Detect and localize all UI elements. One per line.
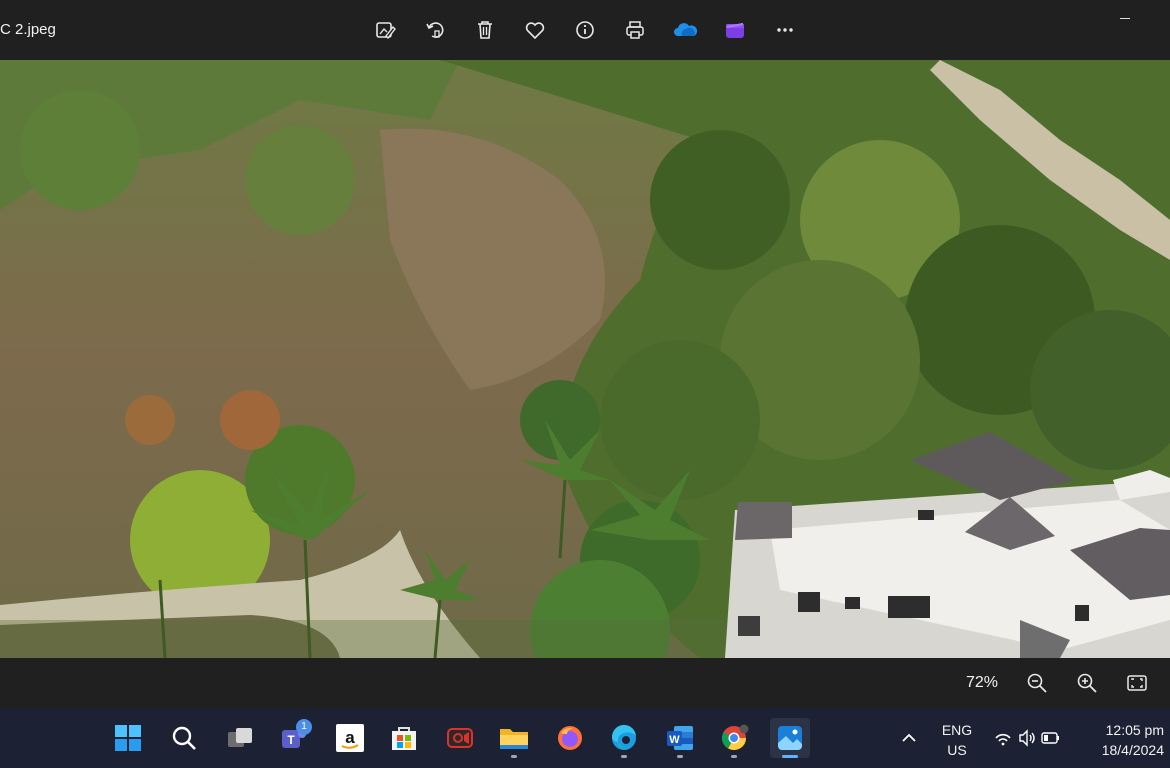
more-icon — [777, 28, 793, 32]
running-indicator — [782, 755, 798, 758]
start-button[interactable] — [108, 718, 148, 758]
svg-text:a: a — [345, 728, 355, 747]
edit-image-button[interactable] — [360, 10, 410, 50]
photos-app[interactable] — [770, 718, 810, 758]
minimize-button[interactable] — [1120, 18, 1130, 19]
running-indicator — [511, 755, 517, 758]
task-view-button[interactable] — [220, 718, 260, 758]
file-name-title: C 2.jpeg — [0, 21, 56, 38]
search-button[interactable] — [164, 718, 204, 758]
title-bar: C 2.jpeg — [0, 0, 1170, 60]
edit-image-icon — [376, 22, 396, 40]
screen-recorder-icon — [447, 728, 473, 748]
word-icon: W — [667, 726, 693, 750]
windows-taskbar: T 1 a W ENG US 12:05 pm 18/4/2024 — [0, 708, 1170, 768]
running-indicator — [621, 755, 627, 758]
info-icon — [576, 21, 594, 39]
word-app[interactable]: W — [660, 718, 700, 758]
rotate-button[interactable] — [410, 10, 460, 50]
teams-notification-badge: 1 — [296, 719, 312, 735]
quick-settings-button[interactable] — [990, 718, 1060, 758]
fit-to-window-button[interactable] — [1124, 670, 1150, 696]
info-button[interactable] — [560, 10, 610, 50]
language-code: ENG — [941, 722, 973, 738]
svg-text:T: T — [287, 733, 295, 747]
zoom-in-button[interactable] — [1074, 670, 1100, 696]
zoom-out-icon — [1027, 673, 1047, 693]
svg-text:W: W — [669, 734, 680, 746]
aerial-photo-image — [0, 60, 1170, 658]
chevron-up-icon — [902, 733, 916, 742]
task-view-icon — [228, 728, 252, 747]
folder-icon — [500, 729, 528, 749]
edge-icon — [611, 724, 636, 750]
onedrive-icon — [674, 23, 698, 36]
store-icon — [392, 727, 416, 750]
chrome-icon — [721, 724, 749, 751]
screen-recorder-app[interactable] — [440, 718, 480, 758]
clock-time: 12:05 pm — [1105, 722, 1164, 738]
photo-toolbar — [360, 10, 810, 50]
show-hidden-icons-button[interactable] — [889, 718, 929, 758]
zoom-level-label: 72% — [966, 674, 999, 691]
print-button[interactable] — [610, 10, 660, 50]
fit-to-window-icon — [1127, 675, 1147, 691]
clock-date: 18/4/2024 — [1101, 742, 1164, 758]
clipchamp-button[interactable] — [710, 10, 760, 50]
amazon-app[interactable]: a — [330, 718, 370, 758]
photos-icon — [778, 726, 802, 750]
photo-viewport[interactable] — [0, 60, 1170, 658]
windows-start-icon — [115, 725, 141, 751]
clipchamp-icon — [726, 23, 744, 38]
battery-icon — [1041, 732, 1059, 744]
firefox-app[interactable] — [550, 718, 590, 758]
microsoft-store-app[interactable] — [384, 718, 424, 758]
zoom-in-icon — [1077, 673, 1097, 693]
chrome-app[interactable] — [714, 718, 754, 758]
volume-icon — [1019, 729, 1035, 747]
teams-app[interactable]: T 1 — [274, 718, 314, 758]
firefox-icon — [558, 726, 582, 750]
delete-button[interactable] — [460, 10, 510, 50]
zoom-out-button[interactable] — [1024, 670, 1050, 696]
search-icon — [172, 726, 196, 750]
edge-app[interactable] — [604, 718, 644, 758]
clock[interactable]: 12:05 pm 18/4/2024 — [1084, 720, 1164, 760]
system-tray-icons — [995, 729, 1059, 747]
delete-icon — [478, 21, 492, 39]
print-icon — [626, 21, 644, 39]
running-indicator — [731, 755, 737, 758]
input-language-indicator[interactable]: ENG US — [940, 720, 974, 760]
wifi-icon — [995, 733, 1011, 746]
favorite-button[interactable] — [510, 10, 560, 50]
region-code: US — [947, 742, 967, 758]
photos-app-window: C 2.jpeg 72% — [0, 0, 1170, 708]
rotate-icon — [426, 22, 444, 38]
amazon-icon: a — [336, 724, 364, 752]
onedrive-button[interactable] — [660, 10, 710, 50]
running-indicator — [677, 755, 683, 758]
more-options-button[interactable] — [760, 10, 810, 50]
file-explorer-app[interactable] — [494, 718, 534, 758]
favorite-icon — [525, 22, 545, 40]
status-bar: 72% — [0, 658, 1170, 708]
